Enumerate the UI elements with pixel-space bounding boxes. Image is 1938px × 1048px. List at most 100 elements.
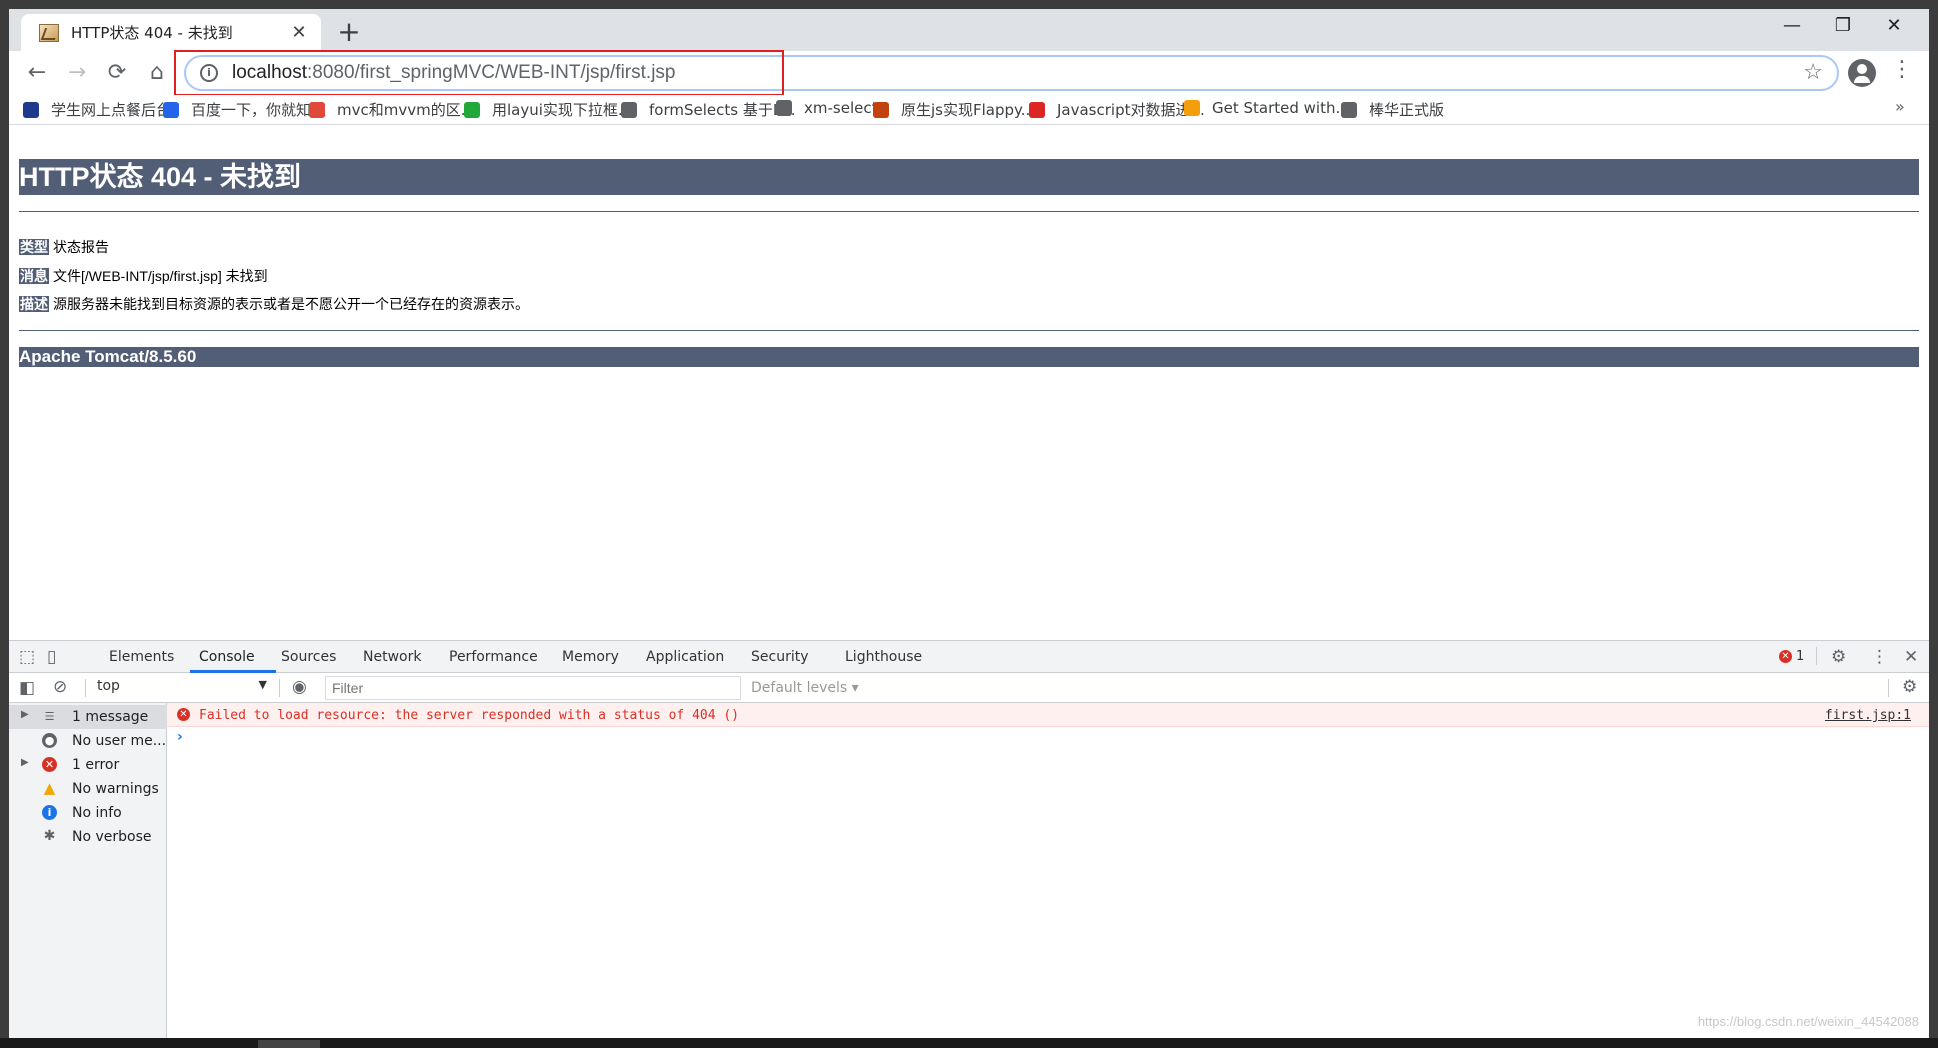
divider: [19, 211, 1919, 212]
bookmark-item[interactable]: 原生js实现Flappy...: [873, 99, 1035, 120]
bookmarks-bar: » 学生网上点餐后台 百度一下，你就知道 mvc和mvvm的区... 用layui实现…: [9, 95, 1929, 125]
bookmark-favicon-icon: [621, 101, 637, 118]
divider: [19, 330, 1919, 331]
bookmark-favicon-icon: [23, 101, 39, 118]
tab-sources[interactable]: Sources: [281, 649, 336, 665]
warning-icon: ▲: [43, 779, 56, 797]
description-row: 描述 源服务器未能找到目标资源的表示或者是不愿公开一个已经存在的资源表示。: [19, 294, 529, 314]
screen-frame-top: [0, 0, 1938, 9]
minimize-button[interactable]: —: [1772, 15, 1812, 36]
server-footer: Apache Tomcat/8.5.60: [19, 347, 1919, 367]
error-icon: ✕: [177, 708, 190, 721]
tab-security[interactable]: Security: [751, 649, 809, 665]
error-icon: ✕: [42, 757, 57, 772]
profile-avatar-icon[interactable]: [1848, 59, 1876, 87]
type-label: 类型: [19, 239, 49, 255]
device-toolbar-icon[interactable]: ▯: [47, 647, 56, 667]
error-icon: ✕: [1779, 650, 1792, 663]
bookmark-item[interactable]: formSelects 基于L...: [621, 99, 796, 120]
info-icon: i: [42, 805, 57, 820]
bookmark-item[interactable]: xm-select: [776, 99, 877, 117]
maximize-button[interactable]: ❐: [1823, 15, 1863, 36]
url-text[interactable]: localhost:8080/first_springMVC/WEB-INT/j…: [232, 62, 675, 84]
tab-elements[interactable]: Elements: [109, 649, 174, 665]
bookmark-label: formSelects 基于L...: [649, 101, 796, 119]
home-button[interactable]: ⌂: [141, 57, 173, 89]
tab-network[interactable]: Network: [363, 649, 421, 665]
forward-button[interactable]: →: [61, 57, 93, 89]
watermark: https://blog.csdn.net/weixin_44542088: [1697, 1014, 1919, 1029]
tab-performance[interactable]: Performance: [449, 649, 538, 665]
bookmarks-overflow-icon[interactable]: »: [1895, 97, 1905, 116]
address-bar[interactable]: i localhost:8080/first_springMVC/WEB-INT…: [184, 55, 1839, 91]
bookmark-item[interactable]: Get Started with...: [1184, 99, 1350, 117]
bookmark-item[interactable]: 百度一下，你就知道: [163, 99, 326, 120]
console-error-message[interactable]: ✕ Failed to load resource: the server re…: [167, 703, 1929, 727]
bookmark-item[interactable]: mvc和mvvm的区...: [309, 99, 475, 120]
browser-menu-icon[interactable]: ⋮: [1891, 57, 1913, 82]
bookmark-favicon-icon: [1184, 100, 1200, 116]
sidebar-item-messages[interactable]: ▶ ☰ 1 message: [9, 705, 167, 729]
bookmark-label: Javascript对数据进...: [1057, 101, 1205, 119]
bookmark-favicon-icon: [464, 101, 480, 118]
message-label: 消息: [19, 268, 49, 284]
tab-console[interactable]: Console: [199, 649, 255, 665]
type-row: 类型 状态报告: [19, 237, 109, 257]
bookmark-item[interactable]: 用layui实现下拉框...: [464, 99, 632, 120]
sidebar-item-warnings[interactable]: ▲ No warnings: [9, 777, 167, 801]
bookmark-favicon-icon: [873, 101, 889, 118]
sidebar-item-info[interactable]: i No info: [9, 801, 167, 825]
message-value: 文件[/WEB-INT/jsp/first.jsp] 未找到: [53, 268, 268, 284]
devtools-tab-bar: ⬚ ▯ Elements Console Sources Network Per…: [9, 641, 1929, 673]
log-levels-dropdown[interactable]: Default levels ▾: [751, 680, 859, 696]
error-heading: HTTP状态 404 - 未找到: [19, 159, 1919, 195]
tab-lighthouse[interactable]: Lighthouse: [845, 649, 922, 665]
context-selector[interactable]: top ▼: [97, 678, 269, 698]
reload-button[interactable]: ⟳: [101, 57, 133, 89]
bookmark-star-icon[interactable]: ☆: [1803, 60, 1823, 85]
filter-input[interactable]: [325, 676, 741, 700]
tab-close-icon[interactable]: ✕: [289, 22, 309, 43]
console-toolbar: ◧ ⊘ top▼ ◉ Default levels ▾ ⚙: [9, 673, 1929, 703]
bookmark-label: Get Started with...: [1212, 99, 1350, 117]
description-label: 描述: [19, 296, 49, 312]
error-source-link[interactable]: first.jsp:1: [1825, 708, 1911, 723]
console-output: ✕ Failed to load resource: the server re…: [167, 703, 1929, 1038]
sidebar-toggle-icon[interactable]: ◧: [19, 678, 35, 698]
bookmark-label: 原生js实现Flappy...: [901, 101, 1036, 119]
taskbar: [0, 1038, 1938, 1048]
bookmark-label: 棒华正式版: [1369, 101, 1445, 119]
inspect-element-icon[interactable]: ⬚: [19, 647, 35, 667]
error-count-badge[interactable]: ✕ 1: [1779, 649, 1804, 664]
bookmark-item[interactable]: 棒华正式版: [1341, 99, 1444, 120]
bookmark-label: mvc和mvvm的区...: [337, 101, 476, 119]
tab-application[interactable]: Application: [646, 649, 724, 665]
sidebar-item-user-messages[interactable]: ● No user me...: [9, 729, 167, 753]
tab-active[interactable]: HTTP状态 404 - 未找到 ✕: [21, 14, 321, 51]
window-close-button[interactable]: ✕: [1874, 15, 1914, 36]
sidebar-item-errors[interactable]: ▶ ✕ 1 error: [9, 753, 167, 777]
sidebar-item-verbose[interactable]: ✱ No verbose: [9, 825, 167, 849]
clear-console-icon[interactable]: ⊘: [53, 677, 67, 697]
new-tab-button[interactable]: +: [334, 17, 364, 47]
bookmark-item[interactable]: Javascript对数据进...: [1029, 99, 1205, 120]
live-expression-eye-icon[interactable]: ◉: [292, 677, 307, 697]
list-icon: ☰: [44, 710, 55, 723]
bookmark-favicon-icon: [163, 101, 179, 118]
console-settings-icon[interactable]: ⚙: [1902, 677, 1917, 697]
bookmark-item[interactable]: 学生网上点餐后台: [23, 99, 171, 120]
tab-strip: HTTP状态 404 - 未找到 ✕ + — ❐ ✕: [9, 9, 1929, 51]
tomcat-favicon-icon: [39, 23, 59, 42]
bookmark-label: 学生网上点餐后台: [51, 101, 172, 119]
console-prompt[interactable]: ›: [177, 729, 183, 745]
browser-window: HTTP状态 404 - 未找到 ✕ + — ❐ ✕ ← → ⟳ ⌂ i loc…: [9, 9, 1929, 1038]
tab-memory[interactable]: Memory: [562, 649, 619, 665]
back-button[interactable]: ←: [21, 57, 53, 89]
bookmark-favicon-icon: [776, 100, 792, 116]
browser-toolbar: ← → ⟳ ⌂ i localhost:8080/first_springMVC…: [9, 51, 1929, 95]
site-info-icon[interactable]: i: [200, 64, 218, 82]
screen-frame-left: [0, 0, 9, 1048]
devtools-close-icon[interactable]: ✕: [1904, 647, 1918, 667]
settings-gear-icon[interactable]: ⚙: [1831, 647, 1846, 667]
devtools-menu-icon[interactable]: ⋮: [1871, 647, 1888, 667]
